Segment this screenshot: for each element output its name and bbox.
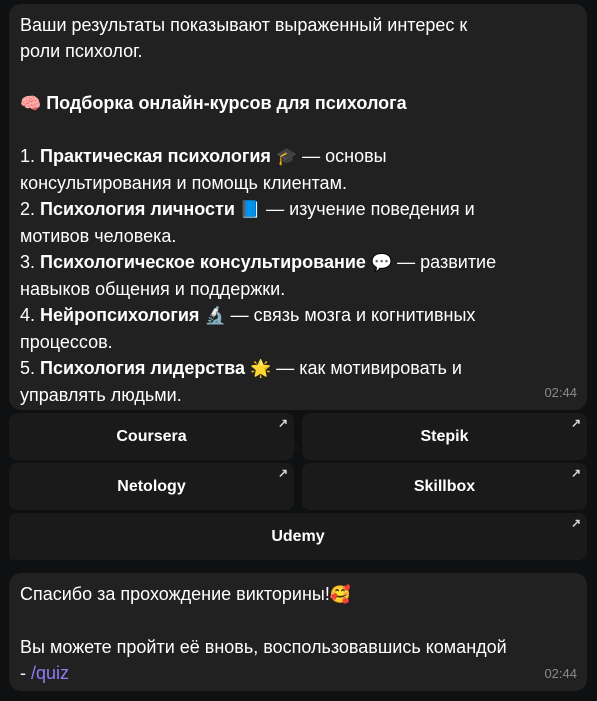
message-text: Вы можете пройти её вновь, воспользовавш… [20,637,507,657]
message-text: роли психолог. [20,41,143,61]
dash-text: - [20,663,31,683]
section-heading: 🧠 Подборка онлайн-курсов для психолога [20,90,576,117]
message-text: Спасибо за прохождение викторины!🥰 [20,581,576,608]
course-desc: — развитие [397,252,497,272]
message-text: - /quiz [20,660,576,686]
course-number: 4. [20,305,36,325]
button-label: Netology [117,477,186,495]
quiz-command-link[interactable]: /quiz [31,663,69,683]
external-link-icon: ↗ [570,416,581,430]
course-desc-cont: навыков общения и поддержки. [20,279,286,299]
button-label: Skillbox [413,477,476,495]
course-title: Психология личности [40,199,235,219]
inline-keyboard: Coursera ↗ Stepik ↗ Netology ↗ Skillbox … [9,413,587,563]
course-item: 3. Психологическое консультирование 💬 — … [20,249,576,276]
course-desc: — связь мозга и когнитивных [230,305,476,325]
external-link-icon: ↗ [570,466,581,480]
graduation-cap-icon: 🎓 [275,147,298,166]
message-bubble: Спасибо за прохождение викторины!🥰 Вы мо… [9,573,587,691]
stepik-button[interactable]: Stepik ↗ [302,413,587,460]
button-label: Udemy [271,527,325,545]
course-number: 1. [20,146,36,166]
course-desc-cont: процессов. [20,332,113,352]
course-item: 2. Психология личности 📘 — изучение пове… [20,196,576,223]
external-link-icon: ↗ [277,416,288,430]
smiling-hearts-icon: 🥰 [329,585,351,604]
message-time: 02:44 [544,666,577,681]
course-desc-cont: консультирования и помощь клиентам. [20,173,347,193]
course-desc: — как мотивировать и [276,358,462,378]
course-number: 3. [20,252,36,272]
inline-button-row: Coursera ↗ Stepik ↗ [9,413,587,460]
external-link-icon: ↗ [570,516,581,530]
message-text: Ваши результаты показывают выраженный ин… [20,15,468,35]
brain-icon: 🧠 [20,94,42,113]
course-title: Психология лидерства [40,358,246,378]
message-bubble: Ваши результаты показывают выраженный ин… [9,4,587,410]
speech-bubble-icon: 💬 [370,253,393,272]
udemy-button[interactable]: Udemy ↗ [9,513,587,560]
course-desc-cont: мотивов человека. [20,226,177,246]
book-icon: 📘 [239,200,262,219]
inline-button-row: Udemy ↗ [9,513,587,560]
star-icon: 🌟 [250,359,272,378]
course-desc-cont: управлять людьми. [20,385,182,405]
course-title: Практическая психология [40,146,271,166]
inline-button-row: Netology ↗ Skillbox ↗ [9,463,587,510]
course-title: Нейропсихология [40,305,200,325]
course-item: 4. Нейропсихология 🔬 — связь мозга и ког… [20,302,576,329]
course-item: 5. Психология лидерства 🌟 — как мотивиро… [20,355,576,382]
microscope-icon: 🔬 [204,306,226,325]
button-label: Coursera [116,427,187,445]
button-label: Stepik [420,427,469,445]
course-item: 1. Практическая психология 🎓 — основы [20,143,576,170]
skillbox-button[interactable]: Skillbox ↗ [302,463,587,510]
course-title: Психологическое консультирование [40,252,366,272]
external-link-icon: ↗ [277,466,288,480]
course-desc: — изучение поведения и [266,199,475,219]
course-number: 5. [20,358,36,378]
thanks-text: Спасибо за прохождение викторины! [20,584,330,604]
coursera-button[interactable]: Coursera ↗ [9,413,294,460]
heading-text: Подборка онлайн-курсов для психолога [46,93,407,113]
netology-button[interactable]: Netology ↗ [9,463,294,510]
course-desc: — основы [302,146,387,166]
course-number: 2. [20,199,36,219]
message-time: 02:44 [544,385,577,400]
